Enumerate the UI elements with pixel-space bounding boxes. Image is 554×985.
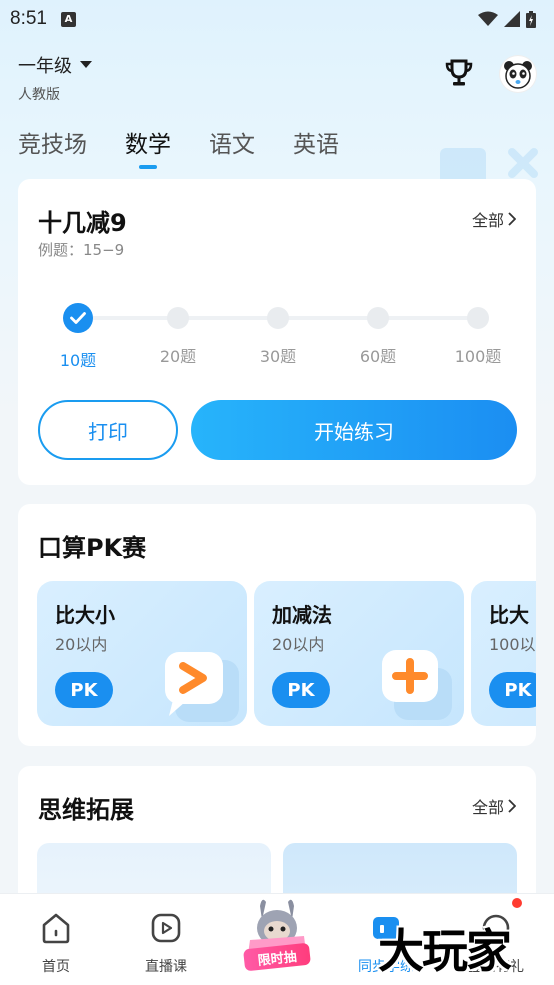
- pk-item-range: 100以: [489, 635, 536, 654]
- pk-title: 口算PK赛: [38, 534, 147, 562]
- step-dot: [267, 307, 289, 329]
- nav-label: 首页: [42, 959, 70, 975]
- subject-tabs: 竞技场 数学 语文 英语: [18, 125, 339, 159]
- notification-dot: [512, 898, 522, 908]
- status-icons: [478, 10, 536, 28]
- panda-avatar-icon: [504, 61, 532, 89]
- practice-card: 十几减9 例题：15−9 全部 10题 20题 30题 60题 100题 打印 …: [18, 179, 536, 485]
- play-icon: [146, 908, 186, 948]
- step-label: 20题: [159, 347, 197, 366]
- practice-example: 例题：15−9: [38, 241, 125, 259]
- status-bar: 8:51 A: [0, 0, 554, 38]
- nav-label: 直播课: [145, 959, 187, 975]
- pk-button[interactable]: PK: [272, 672, 330, 708]
- caret-down-icon: [80, 61, 92, 68]
- check-icon: [63, 303, 93, 333]
- tab-math[interactable]: 数学: [125, 125, 171, 159]
- greater-than-bubble-icon: [165, 652, 239, 722]
- trophy-button[interactable]: [442, 56, 476, 90]
- pk-button[interactable]: PK: [489, 672, 536, 708]
- watermark: 大玩家: [378, 924, 512, 978]
- chevron-right-icon: [508, 212, 516, 226]
- grade-label: 一年级: [18, 56, 72, 77]
- avatar[interactable]: [500, 56, 536, 92]
- practice-more-link[interactable]: 全部: [472, 207, 516, 231]
- step-10[interactable]: 10题: [38, 303, 118, 371]
- signal-icon: [504, 11, 520, 27]
- pk-item-range: 20以内: [272, 635, 325, 654]
- nav-home[interactable]: 首页: [16, 908, 96, 976]
- pk-item-add-subtract[interactable]: 加减法 20以内 PK: [254, 581, 464, 726]
- trophy-icon: [445, 59, 473, 86]
- pk-button[interactable]: PK: [55, 672, 113, 708]
- pk-item-title: 比大小: [55, 603, 115, 627]
- question-count-selector: 10题 20题 30题 60题 100题: [58, 303, 501, 370]
- pk-item-title: 加减法: [272, 603, 332, 627]
- pk-list: 比大小 20以内 PK 加减法 20以内 PK 比大 100以 PK: [37, 581, 536, 726]
- header: 一年级 人教版: [18, 52, 536, 103]
- pk-item-title: 比大: [489, 603, 529, 627]
- battery-icon: [526, 10, 536, 28]
- pk-item-range: 20以内: [55, 635, 108, 654]
- promo-badge[interactable]: 限时抽: [238, 898, 316, 972]
- step-label: 30题: [259, 347, 297, 366]
- step-60[interactable]: 60题: [338, 303, 418, 367]
- tab-english[interactable]: 英语: [293, 125, 339, 159]
- plus-bubble-icon: [382, 650, 452, 720]
- thinking-more-link[interactable]: 全部: [472, 794, 516, 818]
- pk-item-compare-100[interactable]: 比大 100以 PK: [471, 581, 536, 726]
- home-icon: [36, 908, 76, 948]
- background-decoration: [440, 148, 538, 180]
- step-dot: [467, 307, 489, 329]
- notification-icon: A: [60, 11, 76, 27]
- step-label: 10题: [59, 351, 97, 370]
- step-dot: [167, 307, 189, 329]
- step-label: 100题: [454, 347, 502, 366]
- step-30[interactable]: 30题: [238, 303, 318, 367]
- step-label: 60题: [359, 347, 397, 366]
- step-dot: [367, 307, 389, 329]
- step-20[interactable]: 20题: [138, 303, 218, 367]
- print-button[interactable]: 打印: [38, 400, 178, 460]
- nav-live[interactable]: 直播课: [126, 908, 206, 976]
- pk-card: 口算PK赛 比大小 20以内 PK 加减法 20以内 PK 比大 100以 PK: [18, 504, 536, 746]
- step-100[interactable]: 100题: [438, 303, 518, 367]
- start-practice-button[interactable]: 开始练习: [191, 400, 517, 460]
- tab-arena[interactable]: 竞技场: [18, 125, 87, 159]
- status-time: 8:51: [10, 8, 47, 29]
- thinking-title: 思维拓展: [38, 796, 134, 824]
- practice-title: 十几减9: [38, 209, 127, 237]
- pk-item-compare[interactable]: 比大小 20以内 PK: [37, 581, 247, 726]
- more-label: 全部: [471, 798, 504, 817]
- wifi-icon: [478, 11, 498, 26]
- tab-chinese[interactable]: 语文: [209, 125, 255, 159]
- more-label: 全部: [471, 211, 504, 230]
- chevron-right-icon: [508, 799, 516, 813]
